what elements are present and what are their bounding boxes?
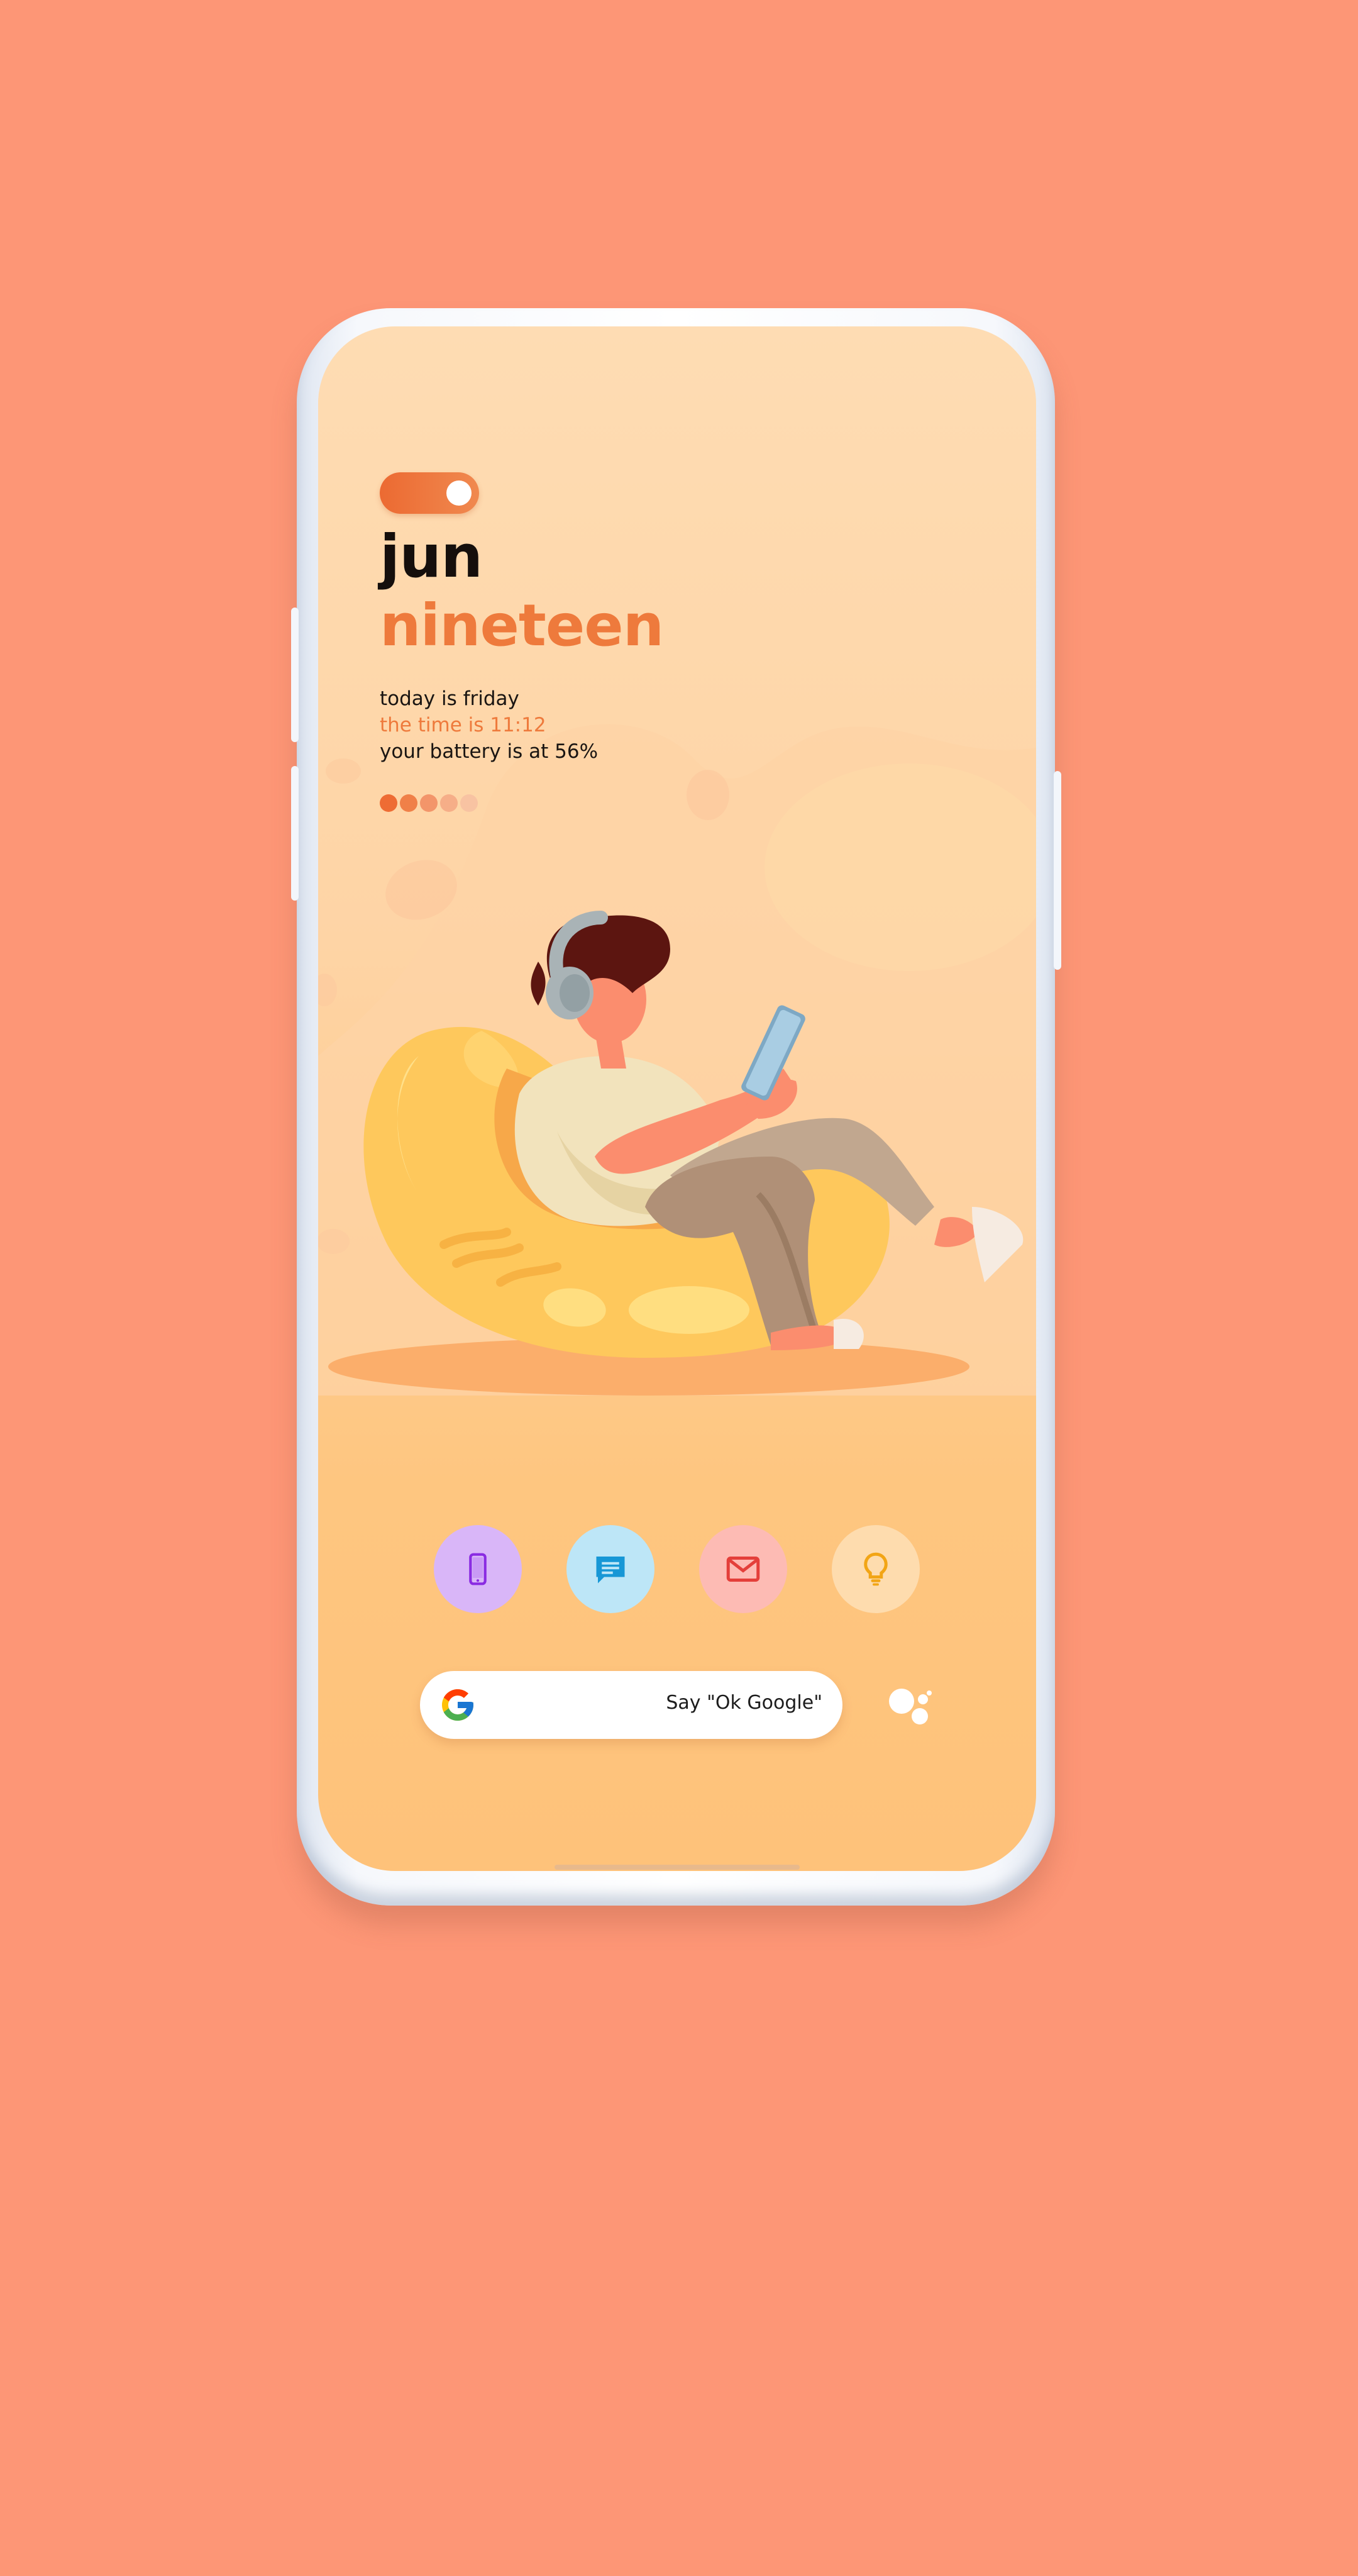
messages-app-button[interactable] (566, 1525, 654, 1613)
google-g-icon (442, 1689, 473, 1721)
theme-toggle[interactable] (380, 472, 479, 514)
date-month: jun (380, 523, 483, 591)
volume-up-button (291, 608, 299, 742)
phone-app-button[interactable] (434, 1525, 522, 1613)
search-hint: Say "Ok Google" (666, 1692, 822, 1714)
volume-down-button (291, 766, 299, 901)
assistant-icon[interactable] (885, 1685, 936, 1735)
google-search-bar[interactable]: Say "Ok Google" (420, 1671, 842, 1739)
app-dock (434, 1525, 920, 1613)
phone-icon (469, 1553, 487, 1585)
mail-app-button[interactable] (699, 1525, 787, 1613)
person-on-beanbag-illustration (328, 911, 1024, 1396)
home-screen: jun nineteen today is friday the time is… (318, 326, 1036, 1871)
date-day: nineteen (380, 592, 664, 659)
message-icon (596, 1557, 625, 1584)
mail-icon (726, 1557, 760, 1582)
power-button (1054, 771, 1061, 970)
lightbulb-icon (864, 1552, 888, 1586)
toggle-knob (446, 480, 472, 506)
ideas-app-button[interactable] (832, 1525, 920, 1613)
home-indicator[interactable] (555, 1865, 800, 1870)
